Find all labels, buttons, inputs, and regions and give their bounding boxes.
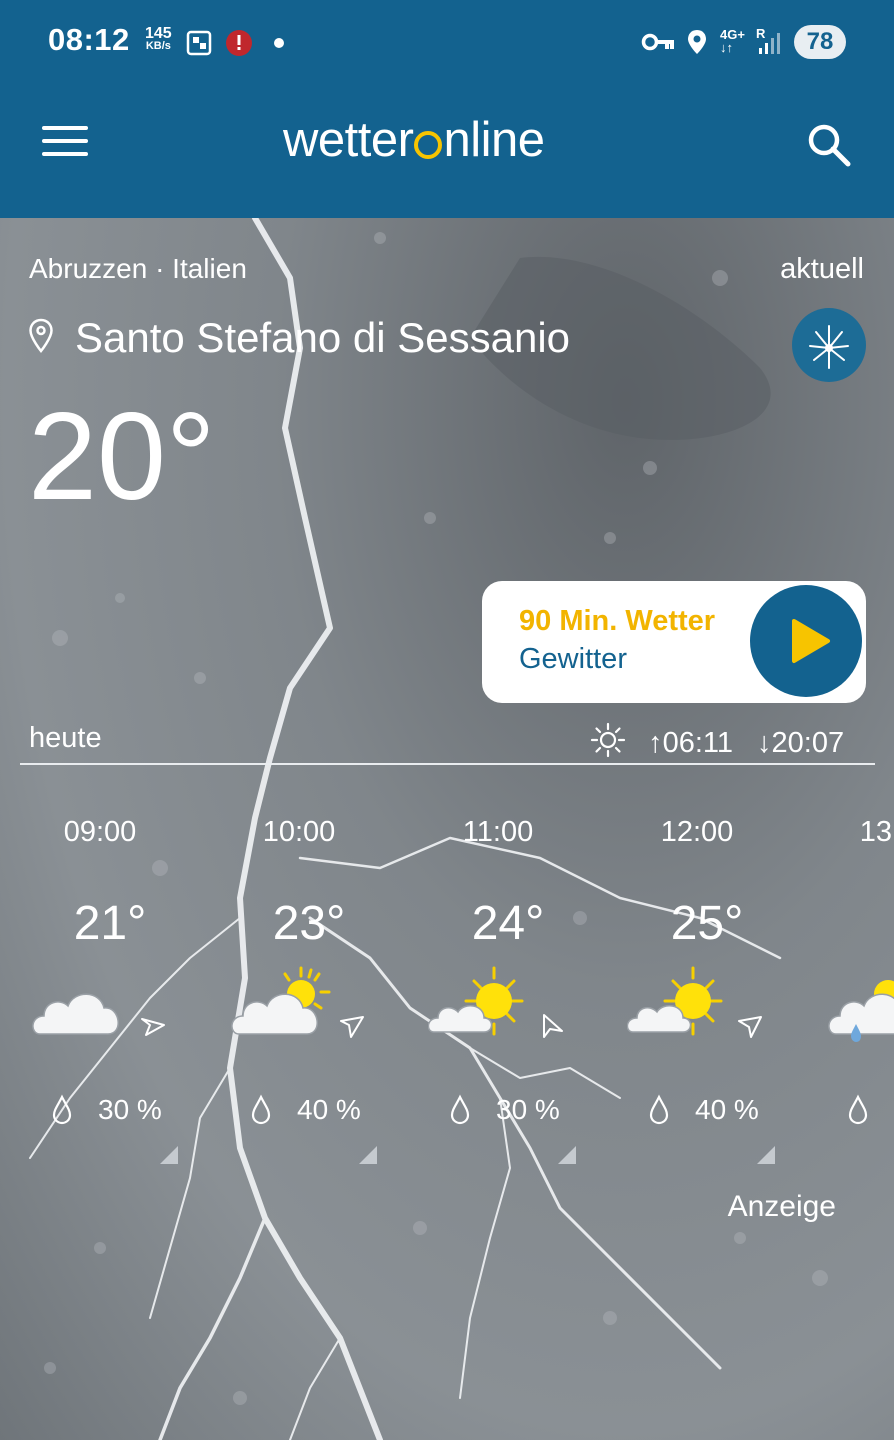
mostly-sunny-icon (428, 966, 524, 1036)
wind-direction-icon (543, 1014, 563, 1038)
sun-cloud-rain-icon (828, 980, 894, 1042)
signal-strength-icon (759, 33, 780, 54)
alert-notification-icon (226, 30, 252, 56)
hamburger-menu-icon[interactable] (42, 126, 88, 160)
search-icon[interactable] (806, 122, 852, 168)
status-bar: 08:12 145 KB/s 4G+ ↓↑ R 78 (0, 0, 894, 84)
logo-text-nline: nline (443, 113, 545, 167)
logo-text-wetter: wetter (283, 113, 414, 167)
region-label: Abruzzen · Italien (29, 253, 247, 284)
hour-time: 13:00 (859, 816, 894, 848)
sunset-time: 20:07 (771, 727, 845, 759)
precipitation-drop-icon (848, 1094, 868, 1125)
current-status-label: aktuell (780, 253, 864, 285)
network-type: 4G+ ↓↑ (720, 28, 745, 54)
battery-indicator: 78 (794, 25, 846, 59)
app-logo: wetter nline (283, 112, 545, 168)
network-speed-unit: KB/s (145, 40, 171, 52)
status-time: 08:12 (48, 22, 130, 57)
hourly-forecast-item[interactable]: 09:00 21° 30 % (0, 816, 200, 1176)
hour-time: 10:00 (262, 816, 336, 848)
cloudy-icon (32, 993, 119, 1035)
location-icon (688, 30, 706, 54)
dandelion-icon (809, 325, 849, 369)
location-pin-icon (29, 318, 53, 353)
current-weather-panel: Abruzzen · Italien aktuell Santo Stefano… (0, 218, 894, 1440)
precipitation-probability: 30 % (98, 1094, 162, 1125)
hour-temperature: 21° (73, 897, 147, 950)
hour-temperature: 23° (272, 897, 346, 950)
hour-time: 09:00 (63, 816, 137, 848)
wind-direction-icon (340, 1016, 364, 1038)
app-notification-icon (186, 30, 212, 56)
hourly-forecast-item[interactable]: 11:00 24° 30 % (398, 816, 598, 1176)
top-bar: 08:12 145 KB/s 4G+ ↓↑ R 78 wetter nline (0, 0, 894, 218)
sunrise-arrow-icon: ↑ (648, 727, 663, 759)
nowcast-subtitle: Gewitter (519, 643, 627, 675)
expand-corner-icon (160, 1146, 178, 1164)
precipitation-drop-icon (649, 1094, 669, 1125)
play-button[interactable] (750, 585, 862, 697)
more-notifications-dot-icon (274, 38, 284, 48)
hourly-forecast-item[interactable]: 12:00 25° 40 % (597, 816, 797, 1176)
expand-corner-icon (757, 1146, 775, 1164)
mostly-sunny-icon (627, 966, 723, 1036)
hour-temperature: 2 (806, 896, 894, 951)
nowcast-card[interactable]: 90 Min. Wetter Gewitter (482, 581, 866, 703)
hour-time: 12:00 (660, 816, 734, 848)
sunset-arrow-icon: ↓ (757, 727, 772, 759)
sunrise-time: 06:11 (662, 727, 733, 759)
current-temperature: 20° (28, 388, 216, 526)
precipitation-drop-icon (52, 1094, 72, 1125)
sun-times: ↑06:11 ↓20:07 (590, 722, 844, 760)
vpn-key-icon (641, 33, 674, 51)
logo-globe-icon (414, 131, 443, 159)
wind-direction-icon (141, 1018, 165, 1036)
hour-time: 11:00 (462, 816, 534, 848)
wind-direction-icon (738, 1016, 762, 1038)
precipitation-probability: 30 % (496, 1094, 560, 1125)
precipitation-drop-icon (450, 1094, 470, 1125)
ad-label: Anzeige (727, 1190, 836, 1223)
day-label: heute (29, 722, 102, 754)
hourly-forecast-item[interactable]: 13:00 2 (796, 816, 894, 1176)
expand-corner-icon (558, 1146, 576, 1164)
network-arrows-icon: ↓↑ (720, 40, 733, 55)
expand-corner-icon (359, 1146, 377, 1164)
place-name[interactable]: Santo Stefano di Sessanio (75, 314, 570, 362)
partly-sunny-icon (231, 966, 331, 1035)
nowcast-title: 90 Min. Wetter (519, 605, 716, 637)
network-speed: 145 KB/s (145, 26, 172, 53)
hour-temperature: 24° (471, 897, 545, 950)
hour-temperature: 25° (670, 897, 744, 950)
hourly-forecast-item[interactable]: 10:00 23° 40 % (199, 816, 399, 1176)
precipitation-probability: 40 % (297, 1094, 361, 1125)
precipitation-drop-icon (251, 1094, 271, 1125)
divider (20, 763, 875, 765)
play-icon (792, 619, 830, 663)
sun-outline-icon (590, 722, 626, 758)
precipitation-probability: 40 % (695, 1094, 759, 1125)
pollen-button[interactable] (792, 308, 866, 382)
